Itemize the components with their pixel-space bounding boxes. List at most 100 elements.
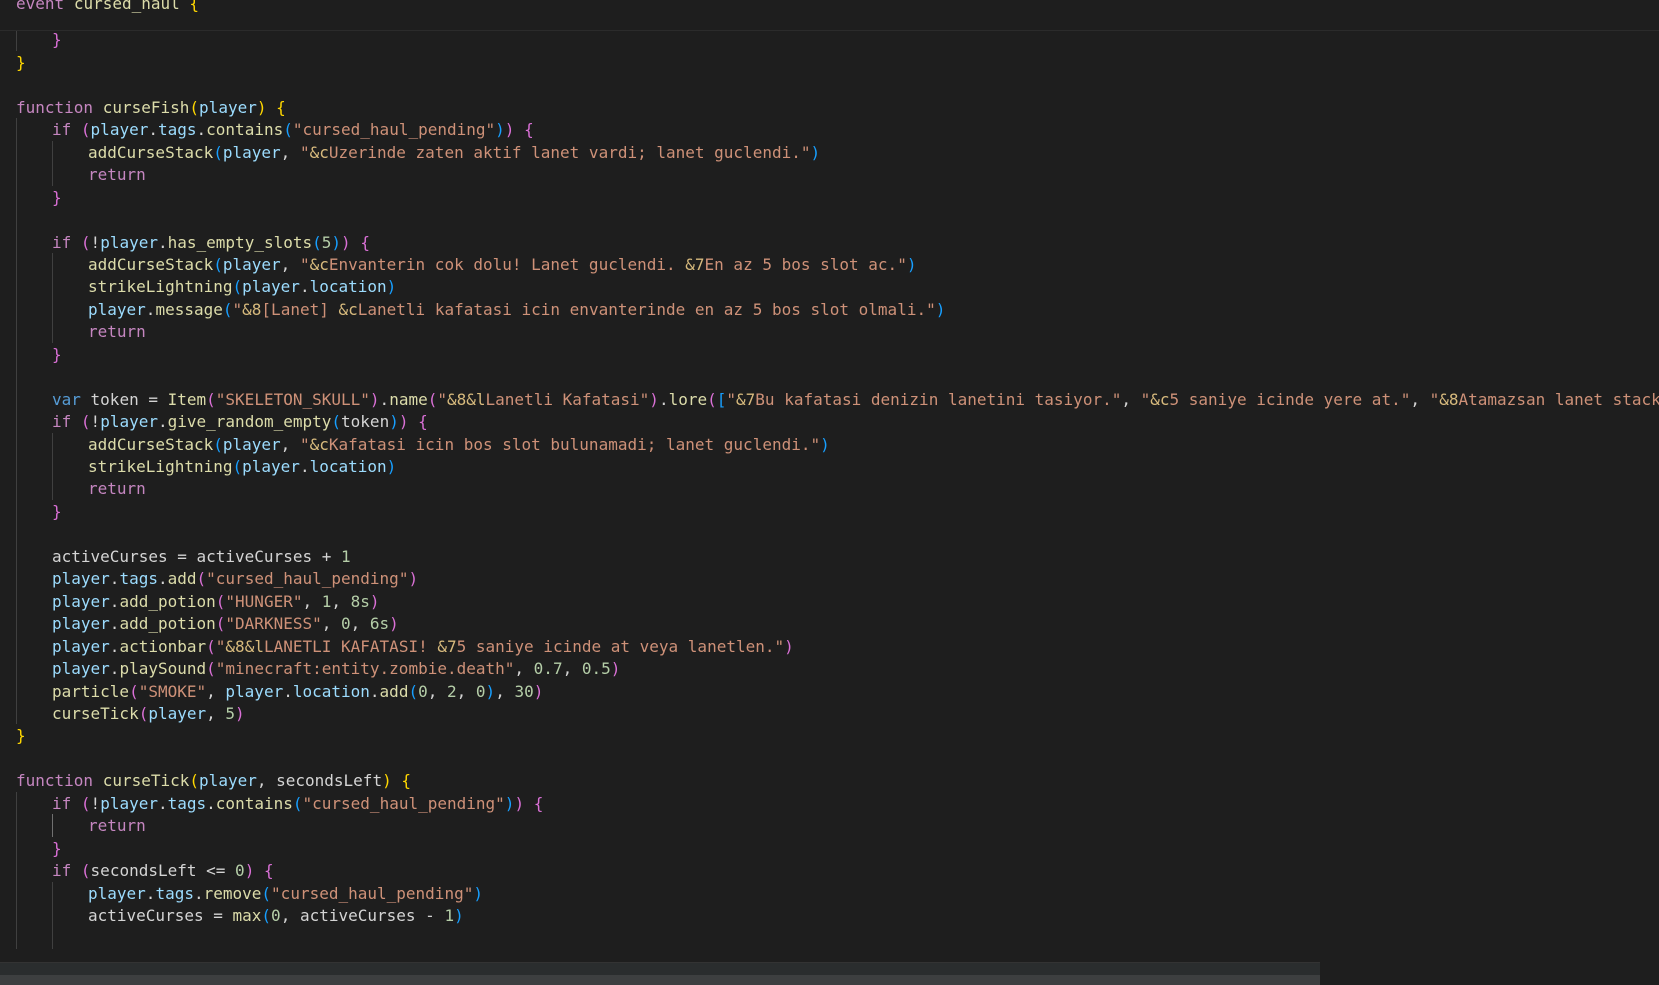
- code-token: ": [1140, 389, 1151, 409]
- code-line[interactable]: curseTick(player, 5): [16, 702, 245, 726]
- code-token: .: [299, 457, 310, 476]
- sticky-line[interactable]: event cursed_haul {: [16, 0, 199, 16]
- code-token: (: [80, 793, 91, 813]
- code-line[interactable]: activeCurses = activeCurses + 1: [16, 545, 351, 569]
- code-line[interactable]: if (player.tags.contains("cursed_haul_pe…: [16, 118, 534, 142]
- code-token: (: [206, 389, 216, 409]
- code-token: &c: [1150, 389, 1170, 409]
- code-token: &c: [309, 434, 329, 454]
- code-token: (: [213, 142, 223, 162]
- code-line[interactable]: strikeLightning(player.location): [16, 275, 396, 299]
- code-token: }: [52, 344, 62, 364]
- code-line[interactable]: return: [16, 163, 146, 187]
- code-token: &8: [1439, 389, 1459, 409]
- code-line[interactable]: }: [16, 837, 62, 861]
- code-line[interactable]: player.add_potion("DARKNESS", 0, 6s): [16, 612, 399, 636]
- code-token: player: [225, 681, 284, 701]
- code-line[interactable]: particle("SMOKE", player.location.add(0,…: [16, 680, 543, 704]
- code-line[interactable]: }: [16, 343, 62, 367]
- code-token: .: [369, 681, 380, 701]
- code-token: (: [129, 681, 139, 701]
- code-token: &c: [309, 254, 329, 274]
- indent-guide: [52, 814, 53, 837]
- code-token: Atamazsan lanet stack: [1458, 389, 1659, 409]
- code-token: player: [148, 703, 207, 723]
- code-token: ": [299, 254, 310, 274]
- code-token: Uzerinde zaten aktif lanet vardi; lanet …: [328, 142, 811, 162]
- code-token: name: [389, 389, 428, 409]
- sticky-scroll-header[interactable]: event cursed_haul {: [0, 0, 1659, 31]
- code-token: function: [16, 771, 94, 791]
- code-token: (: [261, 906, 272, 925]
- code-line[interactable]: if (!player.has_empty_slots(5)) {: [16, 231, 370, 255]
- code-token: .: [299, 277, 310, 297]
- code-token: .: [109, 591, 120, 611]
- code-token: (: [427, 389, 438, 409]
- code-token: 0: [418, 681, 428, 701]
- code-editor[interactable]: on stop {}}function curseFish(player) {i…: [0, 0, 1659, 985]
- code-token: "DARKNESS": [225, 614, 322, 634]
- code-token: ,: [280, 142, 300, 162]
- code-token: ": [299, 142, 310, 162]
- code-token: return: [88, 816, 146, 836]
- code-line[interactable]: }: [16, 186, 62, 210]
- code-token: cursed_haul: [73, 0, 180, 13]
- code-token: curseTick: [52, 703, 139, 723]
- code-line[interactable]: function curseFish(player) {: [16, 96, 286, 120]
- code-token: if: [52, 120, 72, 140]
- code-line[interactable]: return: [16, 814, 146, 838]
- code-line[interactable]: player.add_potion("HUNGER", 1, 8s): [16, 590, 380, 614]
- code-line[interactable]: player.tags.remove("cursed_haul_pending"…: [16, 882, 483, 906]
- code-token: ): [810, 142, 821, 162]
- code-line[interactable]: if (!player.tags.contains("cursed_haul_p…: [16, 792, 543, 816]
- code-token: return: [88, 322, 146, 342]
- code-line[interactable]: }: [16, 724, 26, 748]
- code-token: }: [52, 30, 62, 50]
- code-token: !: [90, 232, 101, 252]
- code-line[interactable]: }: [16, 500, 62, 524]
- code-token: ,: [495, 681, 515, 701]
- code-token: (: [80, 861, 91, 881]
- code-line[interactable]: player.playSound("minecraft:entity.zombi…: [16, 657, 620, 681]
- code-line[interactable]: if (!player.give_random_empty(token)) {: [16, 410, 428, 434]
- code-token: {: [418, 412, 428, 432]
- code-line[interactable]: addCurseStack(player, "&cKafatasi icin b…: [16, 433, 830, 457]
- code-line[interactable]: player.message("&8[Lanet] &cLanetli kafa…: [16, 298, 945, 322]
- code-token: ,: [427, 681, 447, 701]
- code-token: (: [189, 97, 200, 117]
- code-token: secondsLeft <=: [90, 861, 236, 881]
- code-token: .: [157, 412, 168, 432]
- indent-guide: [52, 432, 53, 500]
- code-token: .: [196, 120, 207, 140]
- code-line[interactable]: return: [16, 320, 146, 344]
- code-line[interactable]: addCurseStack(player, "&cUzerinde zaten …: [16, 141, 820, 165]
- code-token: (: [312, 232, 322, 252]
- code-line[interactable]: return: [16, 477, 146, 501]
- code-line[interactable]: player.actionbar("&8&lLANETLI KAFATASI! …: [16, 635, 794, 659]
- code-token: return: [88, 165, 146, 185]
- code-line[interactable]: activeCurses = max(0, activeCurses - 1): [16, 904, 464, 928]
- code-token: tags: [167, 793, 207, 813]
- code-line[interactable]: function curseTick(player, secondsLeft) …: [16, 769, 411, 793]
- code-token: 6s: [369, 614, 390, 634]
- code-token: }: [52, 838, 62, 858]
- code-token: location: [309, 277, 387, 297]
- code-token: token: [341, 412, 390, 432]
- code-line[interactable]: player.tags.add("cursed_haul_pending"): [16, 567, 418, 591]
- code-token: 5 saniye icinde yere at.": [1169, 389, 1411, 409]
- code-token: ): [504, 793, 515, 813]
- code-line[interactable]: var token = Item("SKELETON_SKULL").name(…: [16, 388, 1659, 412]
- horizontal-scrollbar[interactable]: [0, 975, 1320, 985]
- code-token: (: [206, 659, 216, 679]
- code-token: (: [189, 771, 200, 791]
- code-token: playSound: [119, 659, 207, 679]
- code-line[interactable]: addCurseStack(player, "&cEnvanterin cok …: [16, 253, 916, 277]
- code-token: ": [726, 389, 737, 409]
- code-line[interactable]: strikeLightning(player.location): [16, 455, 396, 479]
- code-token: "SMOKE": [138, 681, 207, 701]
- code-line[interactable]: if (secondsLeft <= 0) {: [16, 859, 274, 883]
